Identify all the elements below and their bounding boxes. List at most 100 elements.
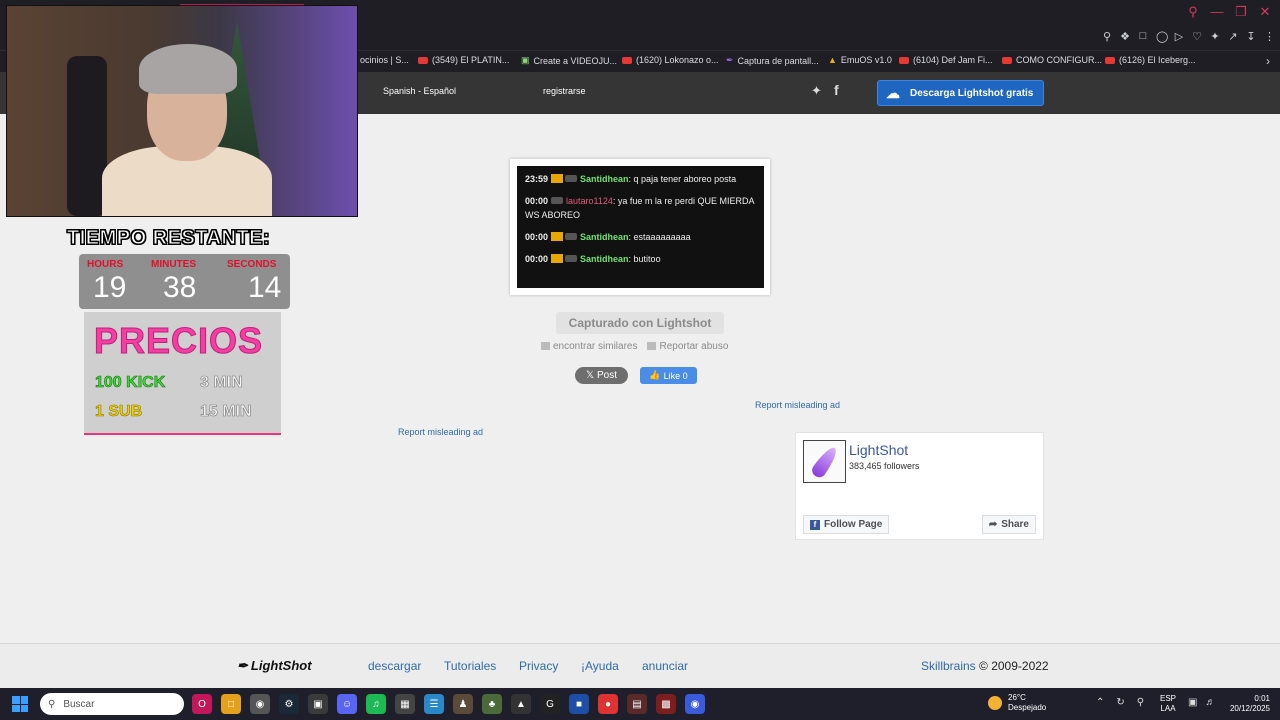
mic-icon[interactable]: ⚲ [1137, 697, 1144, 708]
prices-title: PRECIOS [93, 320, 264, 362]
footer-link-help[interactable]: ¡Ayuda [581, 659, 619, 673]
badge-icon [565, 255, 578, 262]
report-misleading-ad-link[interactable]: Report misleading ad [755, 400, 840, 410]
notes-icon[interactable]: ☰ [424, 694, 444, 714]
bookmark-item[interactable]: ✒ Captura de pantall... [726, 55, 819, 66]
system-tray: ⌃ ↻ ⚲ [1096, 697, 1144, 708]
seconds-label: SECONDS [227, 259, 277, 270]
youtube-icon [899, 56, 909, 64]
download-icon[interactable]: ↧ [1246, 30, 1256, 43]
screenshot-image[interactable]: 23:59 Santidhean: q paja tener aboreo pos… [510, 159, 770, 295]
network-icon[interactable]: ▣ [1188, 697, 1197, 708]
facebook-icon[interactable]: f [834, 82, 839, 98]
share-button[interactable]: ➦ Share [981, 515, 1036, 534]
shield-icon[interactable]: ◯ [1156, 30, 1168, 43]
x-post-button[interactable]: 𝕏 Post [575, 367, 628, 384]
chat-message: 23:59 Santidhean: q paja tener aboreo pos… [525, 174, 737, 184]
extensions-icon[interactable]: ✦ [1210, 30, 1220, 43]
shield-icon[interactable]: ■ [569, 694, 589, 714]
app-icon[interactable]: ▩ [656, 694, 676, 714]
crown-icon [551, 174, 564, 183]
folder-icon[interactable]: □ [221, 694, 241, 714]
opera-icon[interactable]: O [192, 694, 212, 714]
clock[interactable]: 0:01 20/12/2025 [1226, 694, 1270, 714]
facebook-like-button[interactable]: 👍 Like 0 [640, 367, 697, 384]
camera-icon [541, 342, 550, 350]
bookmark-item[interactable]: ocinios | S... [360, 55, 409, 65]
share-icon[interactable]: ↗ [1228, 30, 1238, 43]
download-lightshot-button[interactable]: ☁ Descarga Lightshot gratis [877, 80, 1044, 106]
heart-icon[interactable]: ♡ [1192, 30, 1202, 43]
menu-icon[interactable]: ⋮ [1264, 30, 1275, 43]
bookmark-item[interactable]: (6126) El Iceberg... [1105, 55, 1196, 65]
tray-icons: ▣ ♬ [1188, 697, 1215, 708]
restore-icon[interactable]: ❐ [1234, 4, 1248, 20]
weather-widget[interactable]: 26°C Despejado [988, 693, 1046, 713]
game-icon[interactable]: ♟ [453, 694, 473, 714]
play-icon[interactable]: ▷ [1174, 30, 1184, 43]
minimize-icon[interactable]: — [1210, 4, 1224, 20]
report-misleading-ad-link[interactable]: Report misleading ad [398, 427, 483, 437]
bookmark-item[interactable]: COMO CONFIGUR... [1002, 55, 1102, 65]
pin-icon[interactable]: ❖ [1120, 30, 1130, 43]
input-language[interactable]: ESP LAA [1160, 694, 1176, 714]
flag-icon [647, 342, 657, 350]
discord-icon[interactable]: ☺ [337, 694, 357, 714]
skillbrains-link[interactable]: Skillbrains [921, 659, 976, 673]
youtube-icon [418, 56, 428, 64]
app-icon[interactable]: ◉ [685, 694, 705, 714]
feather-icon [809, 443, 840, 480]
sync-icon[interactable]: ↻ [1116, 697, 1124, 708]
app-icon[interactable]: G [540, 694, 560, 714]
chevron-right-icon[interactable]: › [1266, 54, 1270, 68]
app-icon[interactable]: ▣ [308, 694, 328, 714]
bookmark-item[interactable]: (3549) El PLATIN... [418, 55, 509, 65]
windows-start-icon[interactable] [12, 696, 28, 712]
chat-message: 00:00 Santidhean: estaaaaaaaaa [525, 232, 691, 242]
report-abuse-link[interactable]: Reportar abuso [647, 341, 728, 352]
bookmark-item[interactable]: ▲ EmuOS v1.0 [828, 55, 892, 65]
register-link[interactable]: registrarse [543, 86, 586, 96]
badge-icon [565, 175, 578, 182]
spotify-icon[interactable]: ♫ [366, 694, 386, 714]
volume-icon[interactable]: ♬ [1205, 697, 1215, 708]
bookmark-item[interactable]: (6104) Def Jam Fi... [899, 55, 993, 65]
webcam-overlay [6, 5, 358, 217]
taskbar-search[interactable]: ⚲ Buscar [40, 693, 184, 715]
bookmark-item[interactable]: ▣ Create a VIDEOJU... [521, 55, 617, 66]
doc-icon: ▣ [521, 55, 530, 65]
crown-icon [551, 254, 564, 263]
search-placeholder: Buscar [63, 698, 95, 710]
lightshot-logo[interactable] [803, 440, 846, 483]
page-name[interactable]: LightShot [849, 442, 908, 458]
youtube-icon [622, 56, 632, 64]
app-icon[interactable]: ● [598, 694, 618, 714]
screenshot-icon[interactable]: □ [1138, 30, 1148, 43]
steam-icon[interactable]: ⚙ [279, 694, 299, 714]
car-icon[interactable]: ▲ [511, 694, 531, 714]
app-icon[interactable]: ▦ [395, 694, 415, 714]
twitter-icon[interactable]: ✦ [811, 83, 822, 99]
language-selector[interactable]: Spanish - Español [383, 86, 456, 96]
facebook-icon: f [810, 519, 820, 530]
footer-link-advertise[interactable]: anunciar [642, 659, 688, 673]
zoom-icon[interactable]: ⚲ [1102, 30, 1112, 43]
captured-with-lightshot-label[interactable]: Capturado con Lightshot [556, 312, 724, 334]
moon-icon [988, 696, 1002, 710]
footer-link-privacy[interactable]: Privacy [519, 659, 558, 673]
close-icon[interactable]: ✕ [1258, 4, 1272, 20]
hours-value: 19 [93, 271, 127, 304]
find-similar-link[interactable]: encontrar similares [541, 341, 637, 352]
obs-icon[interactable]: ◉ [250, 694, 270, 714]
footer-logo[interactable]: ✒ LightShot [237, 658, 312, 674]
footer-link-download[interactable]: descargar [368, 659, 421, 673]
download-button-label: Descarga Lightshot gratis [910, 87, 1034, 99]
app-icon[interactable]: ▤ [627, 694, 647, 714]
follow-page-button[interactable]: f Follow Page [803, 515, 890, 534]
chat-screenshot: 23:59 Santidhean: q paja tener aboreo pos… [517, 166, 764, 288]
chevron-up-icon[interactable]: ⌃ [1096, 697, 1104, 708]
bookmark-item[interactable]: (1620) Lokonazo o... [622, 55, 719, 65]
game-icon[interactable]: ♣ [482, 694, 502, 714]
footer-link-tutorials[interactable]: Tutoriales [444, 659, 496, 673]
search-icon[interactable]: ⚲ [1186, 4, 1200, 20]
